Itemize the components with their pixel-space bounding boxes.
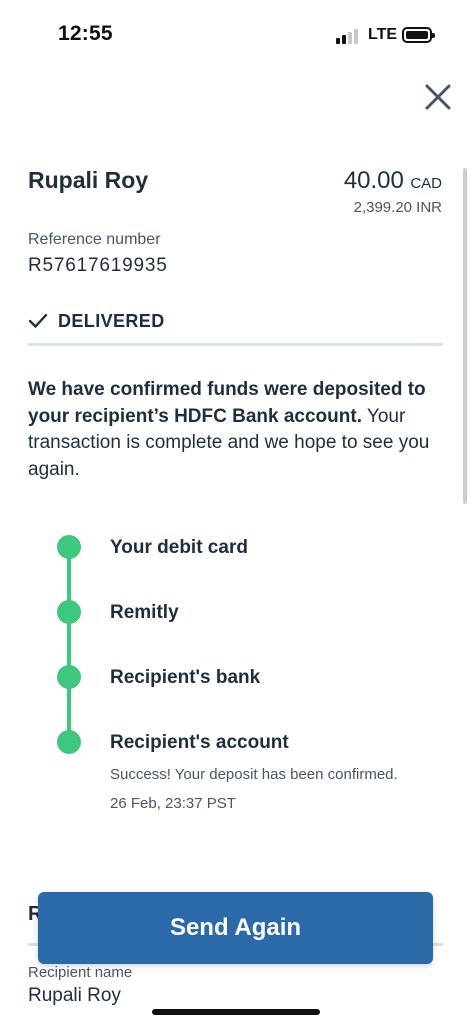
timeline-dot	[57, 665, 81, 689]
network-type: LTE	[368, 26, 398, 43]
timeline-step-debit-card: Your debit card	[110, 537, 248, 558]
recipient-name-label: Recipient name	[28, 964, 133, 981]
timeline-dot	[57, 535, 81, 559]
divider	[28, 343, 443, 346]
confirmation-message: We have confirmed funds were deposited t…	[28, 377, 448, 483]
status-row: DELIVERED	[28, 309, 165, 333]
reference-number: R57617619935	[28, 255, 168, 276]
close-button[interactable]	[424, 83, 452, 111]
recipient-name-value: Rupali Roy	[28, 985, 121, 1006]
battery-icon	[402, 27, 435, 43]
send-again-button[interactable]: Send Again	[38, 892, 433, 964]
timeline-dot	[57, 600, 81, 624]
amount-value: 40.00	[343, 167, 404, 194]
timeline-dot	[57, 730, 81, 754]
amount-sent: 40.00 CAD	[344, 167, 442, 195]
reference-label: Reference number	[28, 231, 161, 248]
timeline-timestamp: 26 Feb, 23:37 PST	[110, 795, 236, 812]
status-time: 12:55	[58, 22, 113, 45]
signal-icon	[336, 28, 362, 44]
timeline-success-note: Success! Your deposit has been confirmed…	[110, 766, 398, 783]
status-bar: 12:55 LTE	[0, 0, 472, 70]
scrollbar[interactable]	[463, 168, 467, 504]
recipient-name-heading: Rupali Roy	[28, 167, 149, 193]
checkmark-icon	[28, 313, 48, 328]
timeline-step-recipient-bank: Recipient's bank	[110, 667, 261, 688]
home-indicator[interactable]	[152, 1009, 320, 1015]
amount-received: 2,399.20 INR	[353, 199, 442, 216]
timeline-step-remitly: Remitly	[110, 602, 179, 623]
timeline-step-recipient-account: Recipient's account	[110, 732, 289, 753]
timeline-line	[67, 546, 71, 742]
close-icon	[425, 84, 451, 110]
status-badge: DELIVERED	[58, 310, 165, 331]
amount-currency: CAD	[410, 175, 442, 192]
